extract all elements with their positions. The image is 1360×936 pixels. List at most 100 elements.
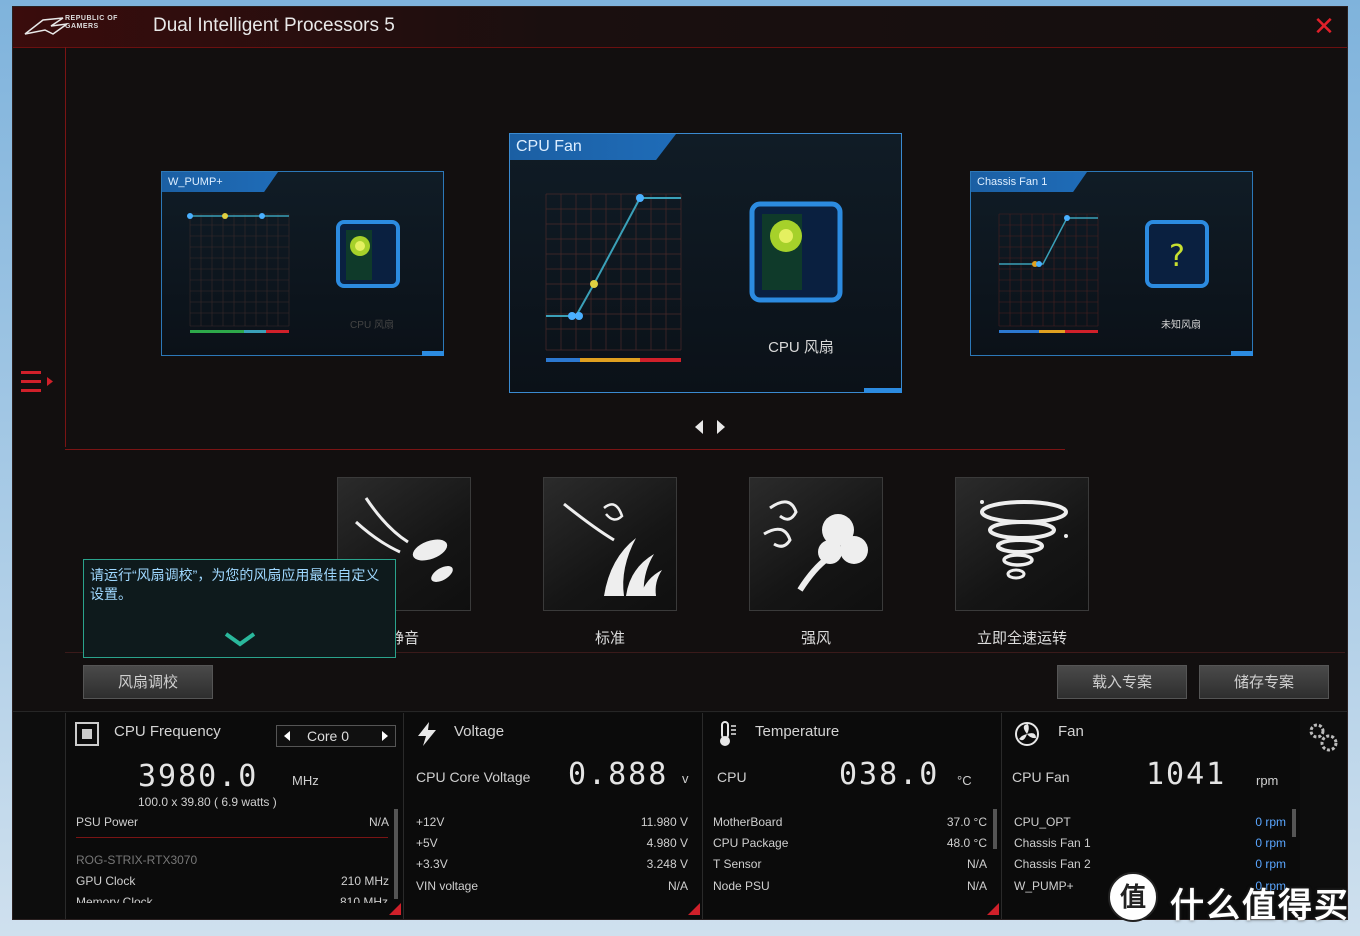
voltage-row-value: N/A xyxy=(667,879,688,893)
fan-row-value: 0 rpm xyxy=(1255,857,1286,871)
voltage-panel: Voltage CPU Core Voltage 0.888 v +12V 11… xyxy=(403,713,702,919)
close-button[interactable]: ✕ xyxy=(1311,13,1337,39)
cpu-frequency-sub: 100.0 x 39.80 ( 6.9 watts ) xyxy=(138,795,277,809)
fan-row-label: Chassis Fan 1 xyxy=(1014,836,1091,850)
pc-case-icon xyxy=(749,201,843,303)
chevron-right-icon[interactable] xyxy=(379,730,391,742)
chevron-left-icon[interactable] xyxy=(281,730,293,742)
menu-icon[interactable] xyxy=(21,367,57,397)
divider xyxy=(76,837,388,838)
chevron-down-icon[interactable] xyxy=(222,630,258,648)
gpu-name: ROG-STRIX-RTX3070 xyxy=(76,853,198,867)
gpu-clock-label: GPU Clock xyxy=(76,874,136,888)
voltage-row-value: 11.980 V xyxy=(640,815,688,829)
next-arrow-icon xyxy=(717,420,725,434)
load-profile-button[interactable]: 载入专案 xyxy=(1057,665,1187,699)
panel-title: Fan xyxy=(1058,723,1084,740)
psu-power-value: N/A xyxy=(368,815,389,829)
divider-middle xyxy=(65,449,1065,450)
scrollbar[interactable] xyxy=(1292,809,1296,837)
voltage-row-label: VIN voltage xyxy=(416,879,479,893)
tooltip-text: 请运行“风扇调校”，为您的风扇应用最佳自定义设置。 xyxy=(90,567,380,602)
temp-unit: °C xyxy=(957,773,972,788)
core-select-value: Core 0 xyxy=(307,728,350,744)
card-corner xyxy=(1231,351,1253,356)
temp-row-value: N/A xyxy=(966,879,987,893)
voltage-row-label: +5V xyxy=(416,836,438,850)
cpu-frequency-panel: CPU Frequency Core 0 3980.0 MHz 100.0 x … xyxy=(65,713,403,919)
cpu-chip-icon xyxy=(75,722,99,746)
memory-clock-value: 810 MHz xyxy=(339,895,388,903)
temp-row-label: MotherBoard xyxy=(713,815,783,829)
fan-unit: rpm xyxy=(1256,773,1279,788)
expand-corner-icon[interactable] xyxy=(688,903,700,915)
fan-card-label: CPU 风扇 xyxy=(768,339,834,356)
fan-curve-graph xyxy=(187,213,290,333)
card-corner xyxy=(422,351,444,356)
voltage-unit: v xyxy=(682,771,689,786)
fan-card-w-pump[interactable]: W_PUMP+ CPU 风扇 xyxy=(161,171,444,356)
logo-text: REPUBLIC OF GAMERS xyxy=(65,15,118,30)
watermark-text: 什么值得买 xyxy=(1170,887,1350,925)
panel-title: Voltage xyxy=(454,723,505,740)
expand-corner-icon[interactable] xyxy=(389,903,401,915)
fan-row-value: 0 rpm xyxy=(1255,815,1286,829)
fan-row-label: Chassis Fan 2 xyxy=(1014,857,1091,871)
title-bar: REPUBLIC OF GAMERS Dual Intelligent Proc… xyxy=(13,7,1347,48)
fan-card-label: 未知风扇 xyxy=(1161,320,1201,331)
temp-row-label: Node PSU xyxy=(713,879,770,893)
temp-row-label: CPU Package xyxy=(713,836,789,850)
cpu-temp-label: CPU xyxy=(717,769,747,785)
mode-tile-full-speed[interactable] xyxy=(955,477,1089,611)
fan-row-value: 0 rpm xyxy=(1255,836,1286,850)
fan-card-label: CPU 风扇 xyxy=(350,320,394,331)
scrollbar[interactable] xyxy=(394,809,398,899)
fan-card-chassis-fan-1[interactable]: Chassis Fan 1 ? 未知风扇 xyxy=(970,171,1253,356)
panel-title: Temperature xyxy=(755,723,840,740)
temp-row-label: T Sensor xyxy=(713,857,762,871)
scrollbar[interactable] xyxy=(993,809,997,849)
gust-icon xyxy=(763,500,868,592)
psu-power-label: PSU Power xyxy=(76,815,139,829)
core-select[interactable]: Core 0 xyxy=(276,725,396,747)
fan-card-cpu-fan[interactable]: CPU Fan CPU 风扇 xyxy=(509,133,902,393)
fan-row-label: CPU_OPT xyxy=(1014,815,1071,829)
cpu-frequency-value: 3980.0 xyxy=(138,759,259,794)
memory-clock-row: Memory Clock 810 MHz xyxy=(76,895,388,903)
voltage-row-value: 4.980 V xyxy=(646,836,688,850)
temperature-panel: Temperature CPU 038.0 °C MotherBoard 37.… xyxy=(702,713,1001,919)
fan-tuning-button[interactable]: 风扇调校 xyxy=(83,665,213,699)
fan-card-tab: W_PUMP+ xyxy=(162,172,278,192)
tornado-icon xyxy=(980,500,1068,580)
panel-title: CPU Frequency xyxy=(114,723,221,740)
carousel-arrows xyxy=(695,420,725,434)
cpu-core-voltage-value: 0.888 xyxy=(568,757,669,792)
fan-icon xyxy=(1015,722,1039,746)
temp-row-value: N/A xyxy=(966,857,987,871)
temp-row-value: 37.0 °C xyxy=(946,815,987,829)
mode-tile-turbo[interactable] xyxy=(749,477,883,611)
watermark-logo: 值 xyxy=(1108,872,1158,922)
cpu-temp-value: 038.0 xyxy=(839,757,940,792)
memory-clock-label: Memory Clock xyxy=(76,895,153,903)
site-watermark: 值 什么值得买 xyxy=(1108,872,1358,925)
left-rail xyxy=(13,47,65,712)
pc-case-icon xyxy=(336,220,400,288)
temp-row-value: 48.0 °C xyxy=(946,836,987,850)
cpu-core-voltage-label: CPU Core Voltage xyxy=(416,769,531,785)
mode-label-full-speed: 立即全速运转 xyxy=(976,630,1067,647)
cpu-frequency-unit: MHz xyxy=(292,773,319,788)
app-window: REPUBLIC OF GAMERS Dual Intelligent Proc… xyxy=(12,6,1348,920)
fan-card-tab: Chassis Fan 1 xyxy=(971,172,1087,192)
mode-label-turbo: 强风 xyxy=(800,630,831,647)
thermometer-icon xyxy=(720,721,736,746)
save-profile-button[interactable]: 储存专案 xyxy=(1199,665,1329,699)
cpu-fan-value: 1041 xyxy=(1146,757,1227,792)
expand-corner-icon[interactable] xyxy=(987,903,999,915)
settings-gear-icon[interactable] xyxy=(1307,721,1339,753)
fan-curve-graph xyxy=(545,193,682,362)
mode-tile-standard[interactable] xyxy=(543,477,677,611)
grass-wind-icon xyxy=(563,502,662,596)
cpu-fan-label: CPU Fan xyxy=(1012,769,1070,785)
mode-label-standard: 标准 xyxy=(594,630,625,647)
